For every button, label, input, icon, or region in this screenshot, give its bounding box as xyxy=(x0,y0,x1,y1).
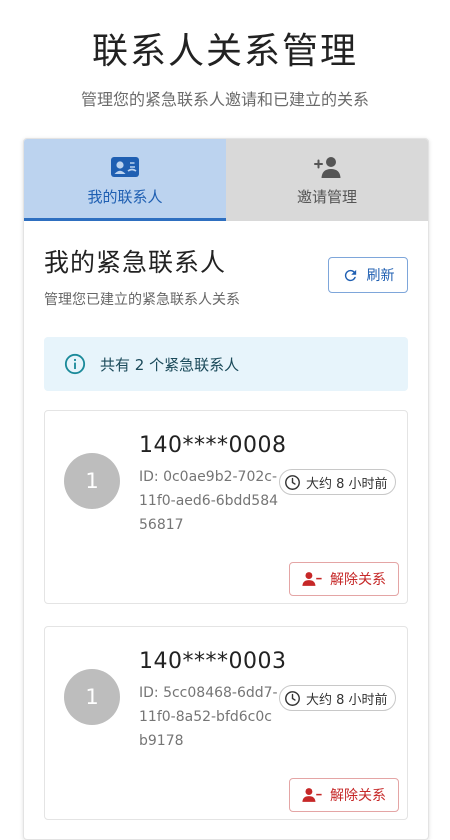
clock-icon xyxy=(284,474,301,491)
time-chip: 大约 8 小时前 xyxy=(279,469,396,495)
contacts-icon xyxy=(110,154,140,180)
person-add-icon xyxy=(312,154,342,180)
tab-my-contacts[interactable]: 我的联系人 xyxy=(24,139,226,221)
remove-relation-button[interactable]: 解除关系 xyxy=(289,778,399,812)
section-subtitle: 管理您已建立的紧急联系人关系 xyxy=(44,292,240,308)
contact-card: 1 140****0003 ID: 5cc08468-6dd7-11f0-8a5… xyxy=(44,626,408,820)
contact-phone: 140****0003 xyxy=(139,649,287,674)
refresh-button-label: 刷新 xyxy=(366,268,395,284)
page-title: 联系人关系管理 xyxy=(91,31,358,72)
tab-bar: 我的联系人 邀请管理 xyxy=(24,139,428,221)
contact-count-alert: 共有 2 个紧急联系人 xyxy=(44,337,408,391)
remove-relation-label: 解除关系 xyxy=(330,572,386,588)
remove-relation-button[interactable]: 解除关系 xyxy=(289,562,399,596)
section-title: 我的紧急联系人 xyxy=(44,248,227,277)
contact-phone: 140****0008 xyxy=(139,433,287,458)
person-remove-icon xyxy=(302,787,322,803)
time-chip: 大约 8 小时前 xyxy=(279,685,396,711)
remove-relation-label: 解除关系 xyxy=(330,788,386,804)
page-subtitle: 管理您的紧急联系人邀请和已建立的关系 xyxy=(80,90,369,109)
contact-id: ID: 5cc08468-6dd7-11f0-8a52-bfd6c0cb9178 xyxy=(139,685,278,749)
refresh-icon xyxy=(342,267,359,284)
avatar: 1 xyxy=(64,453,120,509)
clock-icon xyxy=(284,690,301,707)
contact-count-text: 共有 2 个紧急联系人 xyxy=(100,355,240,374)
info-icon xyxy=(64,353,86,375)
refresh-button[interactable]: 刷新 xyxy=(328,257,408,293)
tab-invitations[interactable]: 邀请管理 xyxy=(226,139,428,221)
tab-my-contacts-label: 我的联系人 xyxy=(87,187,163,206)
time-chip-label: 大约 8 小时前 xyxy=(306,692,388,708)
contacts-panel: 我的联系人 邀请管理 我的紧急联系人 管理您已建立的紧急联系人关系 刷新 共有 … xyxy=(23,138,429,840)
contact-id: ID: 0c0ae9b2-702c-11f0-aed6-6bdd58456817 xyxy=(139,469,279,533)
avatar: 1 xyxy=(64,669,120,725)
person-remove-icon xyxy=(302,571,322,587)
tab-invitations-label: 邀请管理 xyxy=(296,187,357,206)
contact-card: 1 140****0008 ID: 0c0ae9b2-702c-11f0-aed… xyxy=(44,410,408,604)
time-chip-label: 大约 8 小时前 xyxy=(306,476,388,492)
